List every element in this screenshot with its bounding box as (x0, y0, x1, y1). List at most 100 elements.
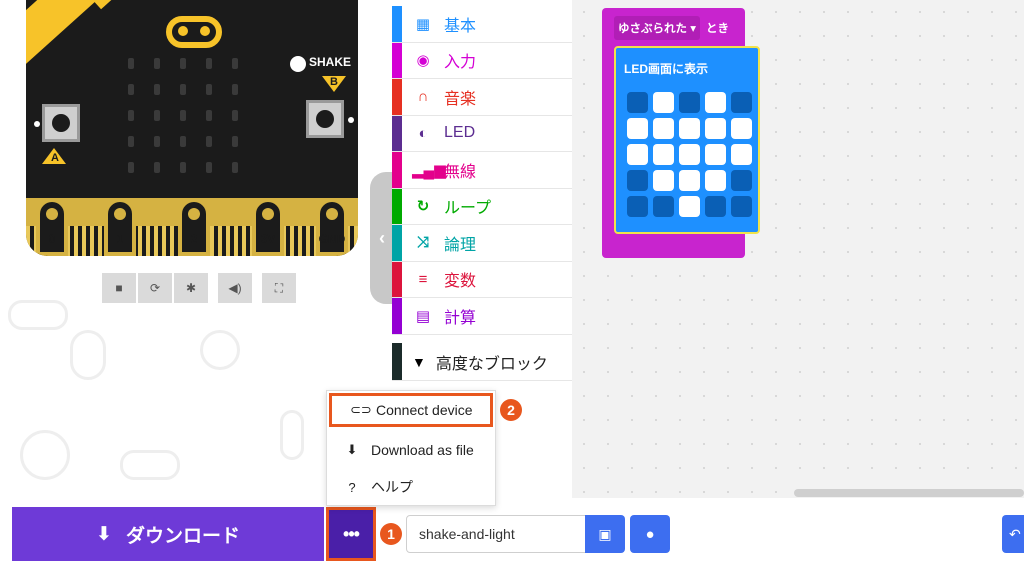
download-button[interactable]: ⬇ ダウンロード (12, 507, 324, 561)
led-cell[interactable] (627, 144, 648, 165)
led-cell[interactable] (679, 92, 700, 113)
category-color-bar (392, 42, 402, 78)
led-cell[interactable] (705, 118, 726, 139)
board-led[interactable] (206, 162, 212, 173)
pin-gnd[interactable] (316, 198, 348, 256)
led-cell[interactable] (679, 170, 700, 191)
board-led[interactable] (154, 58, 160, 69)
board-led[interactable] (154, 84, 160, 95)
board-led[interactable] (128, 110, 134, 121)
collapse-simulator-button[interactable]: ‹ (370, 172, 394, 304)
board-led[interactable] (232, 110, 238, 121)
board-led[interactable] (206, 84, 212, 95)
led-cell[interactable] (627, 170, 648, 191)
toolbox-category-math[interactable]: ▤ 計算 (392, 298, 572, 335)
board-led[interactable] (128, 84, 134, 95)
led-cell[interactable] (653, 170, 674, 191)
board-led[interactable] (128, 136, 134, 147)
board-led[interactable] (232, 84, 238, 95)
toolbox-category-variables[interactable]: ≡ 変数 (392, 261, 572, 298)
led-cell[interactable] (705, 144, 726, 165)
category-color-bar (392, 188, 402, 224)
led-cell[interactable] (653, 92, 674, 113)
refresh-icon: ↻ (416, 198, 430, 216)
mute-icon[interactable]: ◀) (218, 273, 252, 303)
menu-item-download-file[interactable]: ⬇ Download as file (327, 431, 497, 469)
fullscreen-icon[interactable]: ⛶ (262, 273, 296, 303)
menu-item-help[interactable]: ? ヘルプ (327, 468, 497, 506)
led-cell[interactable] (653, 144, 674, 165)
button-b[interactable] (306, 100, 344, 138)
toolbox: ▦ 基本 ◉ 入力 ∩ 音楽 ◐ LED ▂▄▆ 無線 ↻ ループ ⤨ 論理 ≡… (392, 6, 572, 335)
stop-icon[interactable]: ■ (102, 273, 136, 303)
led-cell[interactable] (653, 196, 674, 217)
project-name-input[interactable] (406, 515, 586, 553)
toolbox-category-music[interactable]: ∩ 音楽 (392, 79, 572, 116)
menu-item-label: Connect device (376, 402, 473, 418)
led-cell[interactable] (731, 170, 752, 191)
board-led[interactable] (232, 162, 238, 173)
category-label: 音楽 (444, 90, 477, 108)
toolbox-category-logic[interactable]: ⤨ 論理 (392, 225, 572, 262)
board-led[interactable] (206, 110, 212, 121)
toolbox-category-loops[interactable]: ↻ ループ (392, 188, 572, 225)
led-cell[interactable] (731, 118, 752, 139)
category-label: 入力 (444, 54, 477, 72)
workspace-horizontal-scrollbar[interactable] (794, 489, 1024, 497)
toolbox-category-input[interactable]: ◉ 入力 (392, 42, 572, 79)
more-options-button[interactable]: ••• (326, 507, 376, 561)
menu-item-connect-device[interactable]: ⊂⊃ Connect device (329, 393, 493, 427)
board-led[interactable] (180, 58, 186, 69)
shake-button[interactable] (290, 56, 306, 72)
board-led[interactable] (232, 58, 238, 69)
board-led[interactable] (128, 58, 134, 69)
toolbox-category-led[interactable]: ◐ LED (392, 115, 572, 152)
board-led[interactable] (154, 110, 160, 121)
led-cell[interactable] (731, 196, 752, 217)
led-cell[interactable] (679, 144, 700, 165)
pin-0[interactable] (36, 198, 68, 256)
led-cell[interactable] (679, 196, 700, 217)
undo-button[interactable]: ↶ (1002, 515, 1024, 553)
led-cell[interactable] (653, 118, 674, 139)
button-a[interactable] (42, 104, 80, 142)
pin-1[interactable] (104, 198, 136, 256)
save-button[interactable]: ▣ (585, 515, 625, 553)
board-led[interactable] (180, 110, 186, 121)
toolbox-category-radio[interactable]: ▂▄▆ 無線 (392, 152, 572, 189)
restart-icon[interactable]: ⟳ (138, 273, 172, 303)
pin-label: 2 (190, 232, 198, 246)
board-led[interactable] (180, 162, 186, 173)
board-led[interactable] (154, 162, 160, 173)
toolbox-advanced-toggle[interactable]: ▼ 高度なブロック (392, 343, 572, 381)
debug-icon[interactable]: ✱ (174, 273, 208, 303)
led-cell[interactable] (705, 92, 726, 113)
board-led[interactable] (180, 84, 186, 95)
board-led-grid (128, 58, 238, 173)
board-stripe (86, 0, 146, 10)
led-cell[interactable] (705, 170, 726, 191)
board-led[interactable] (232, 136, 238, 147)
board-led[interactable] (154, 136, 160, 147)
toolbox-category-basic[interactable]: ▦ 基本 (392, 6, 572, 43)
led-cell[interactable] (731, 92, 752, 113)
led-cell[interactable] (731, 144, 752, 165)
microbit-logo[interactable] (166, 16, 222, 48)
pin-3v[interactable] (252, 198, 284, 256)
board-led[interactable] (180, 136, 186, 147)
led-cell[interactable] (627, 196, 648, 217)
board-led[interactable] (206, 58, 212, 69)
pin-2[interactable] (178, 198, 210, 256)
led-cell[interactable] (679, 118, 700, 139)
gesture-dropdown[interactable]: ゆさぶられた ▾ (614, 16, 700, 40)
step-marker-1: 1 (380, 523, 402, 545)
show-leds-block[interactable]: LED画面に表示 (614, 46, 760, 234)
led-cell[interactable] (627, 118, 648, 139)
github-button[interactable]: ● (630, 515, 670, 553)
board-led[interactable] (206, 136, 212, 147)
led-cell[interactable] (705, 196, 726, 217)
category-color-bar (392, 115, 402, 151)
led-cell[interactable] (627, 92, 648, 113)
pin-dot (34, 121, 40, 127)
board-led[interactable] (128, 162, 134, 173)
